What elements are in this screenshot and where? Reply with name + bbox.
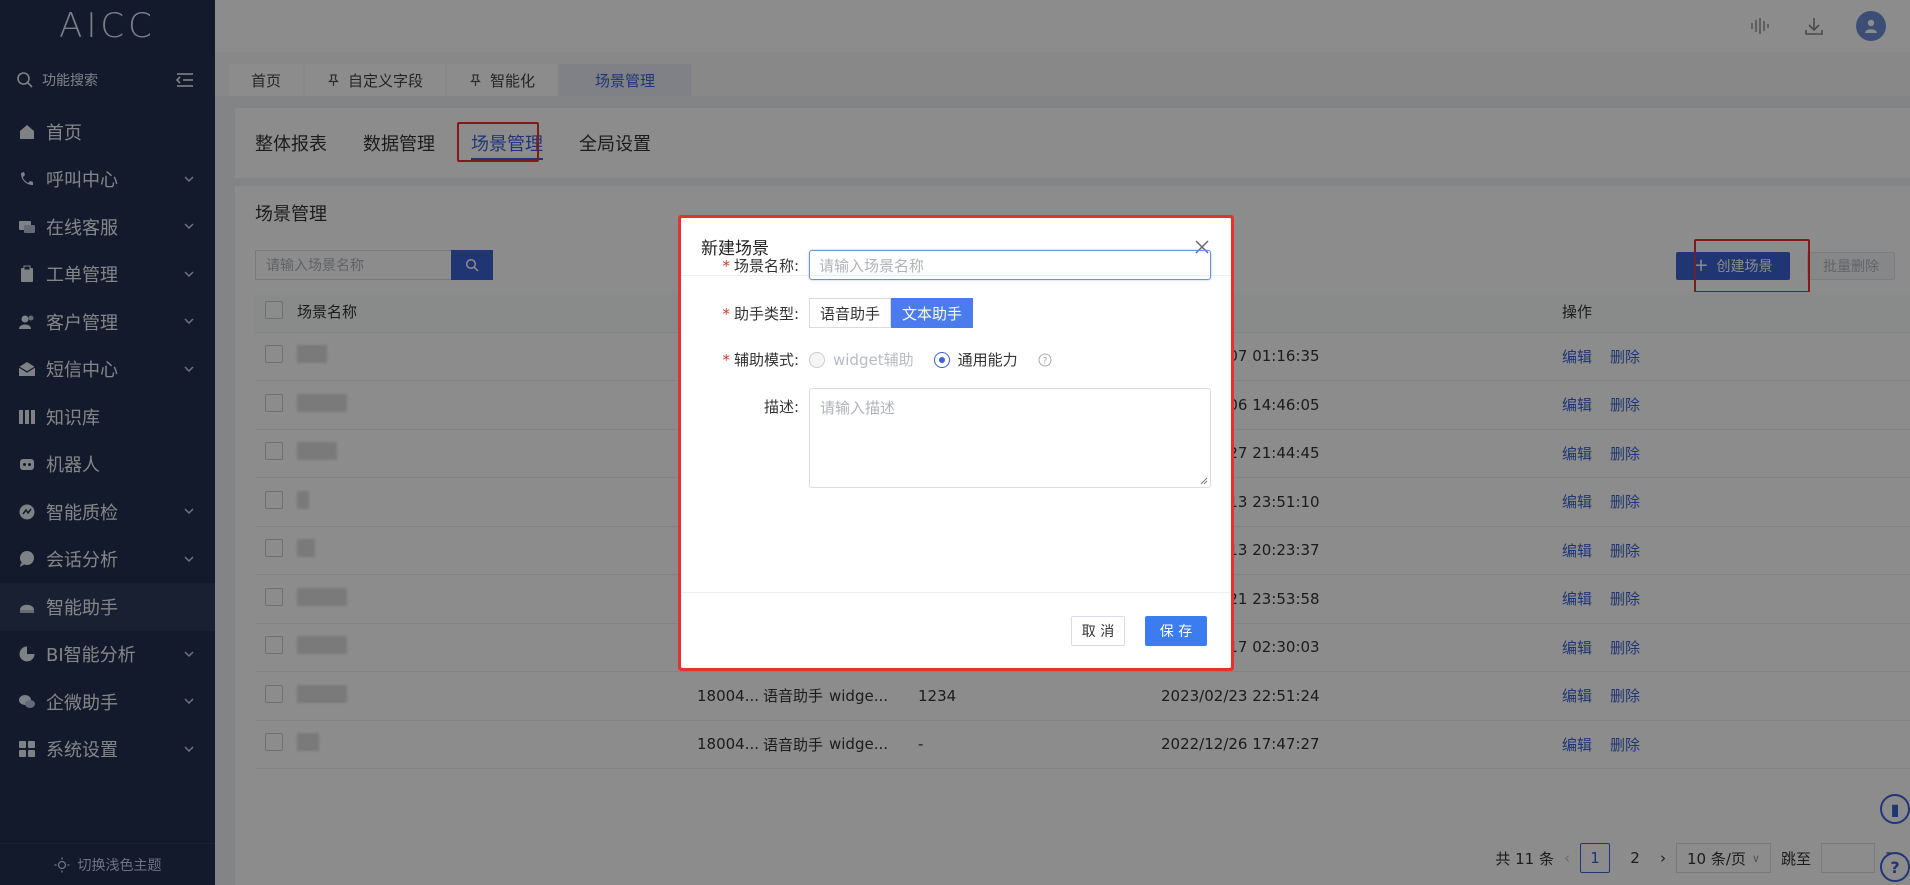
highlight-box-dialog <box>678 215 1234 671</box>
